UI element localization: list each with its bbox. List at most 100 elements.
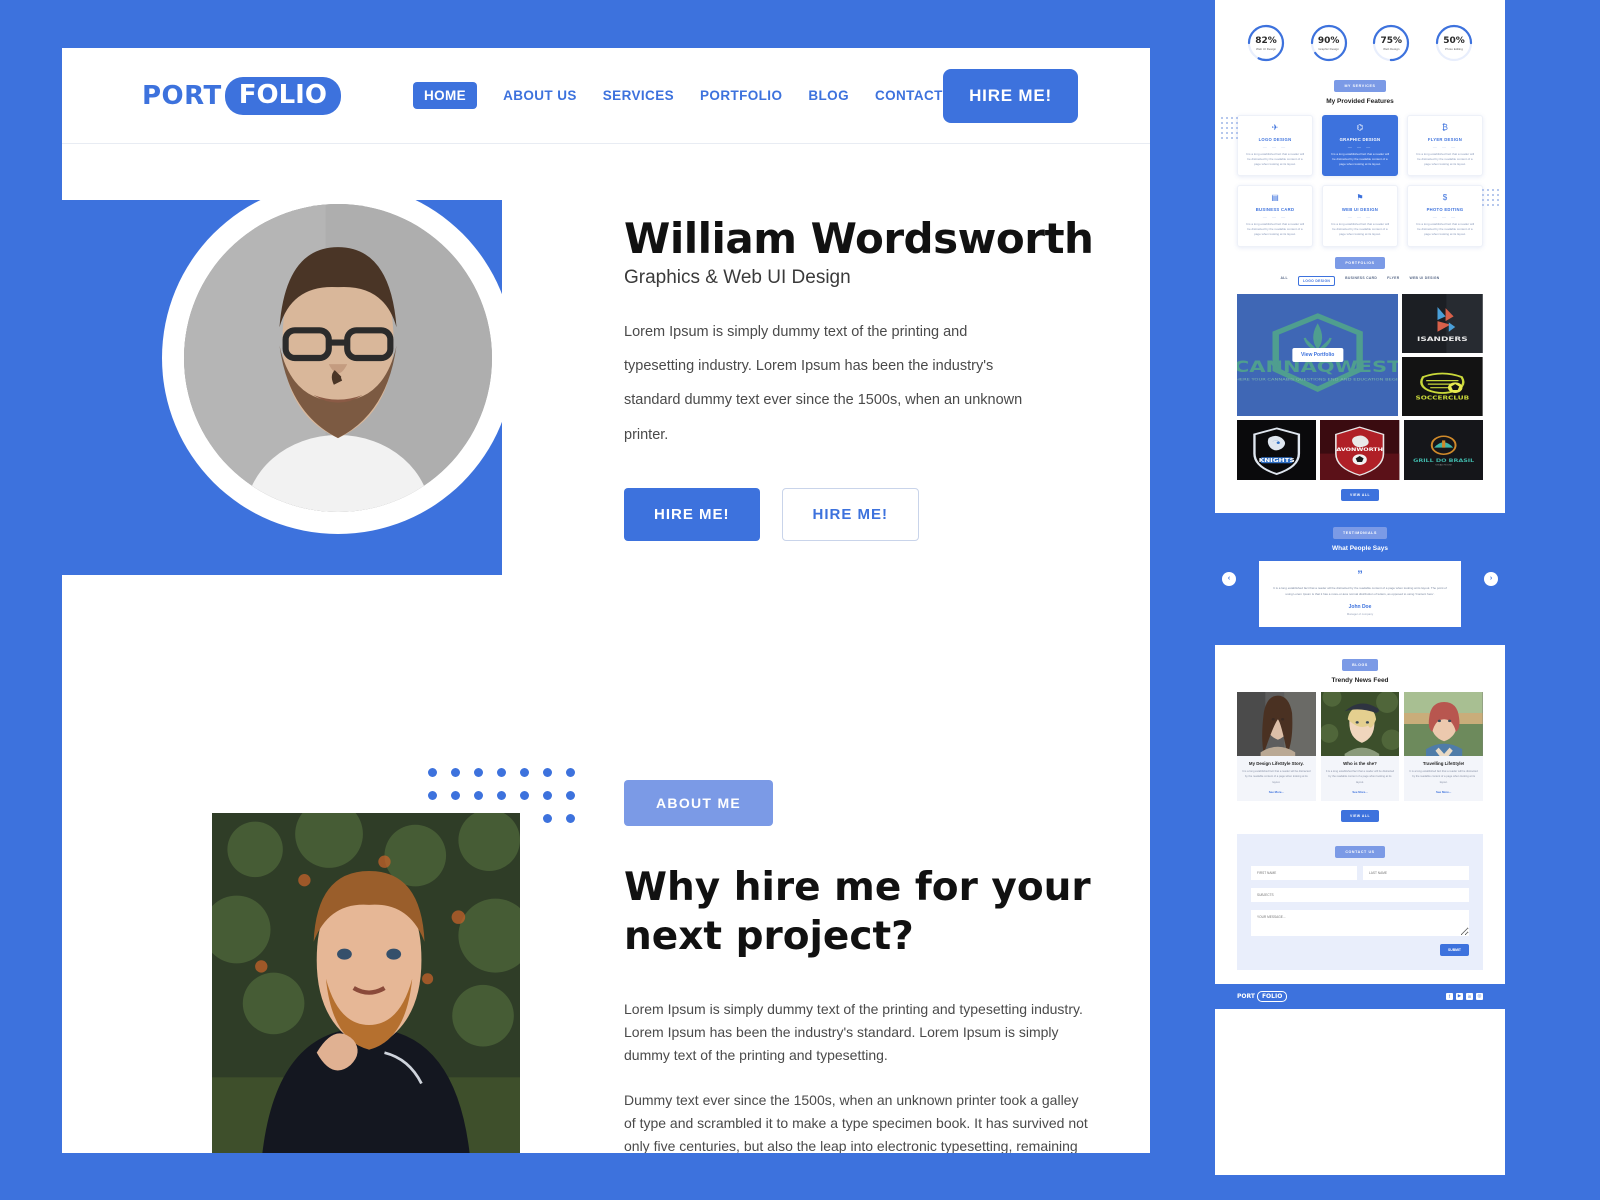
testimonial-author: John Doe bbox=[1348, 604, 1372, 611]
svg-text:SOCCERCLUB: SOCCERCLUB bbox=[1416, 395, 1470, 401]
service-title-4: WEB UI DESIGN bbox=[1341, 207, 1379, 213]
blog-see-more-2[interactable]: See More... bbox=[1409, 790, 1478, 794]
portfolio-item-cannaqwest[interactable]: CANNAQWEST WHERE YOUR CANNABIS QUESTIONS… bbox=[1237, 293, 1399, 416]
footer-logo-port: PORT bbox=[1237, 992, 1255, 1000]
dot bbox=[474, 768, 483, 777]
dot bbox=[1226, 132, 1228, 134]
blog-title-2: Travelling LifeStyle! bbox=[1422, 761, 1465, 767]
message-textarea[interactable] bbox=[1251, 909, 1469, 936]
logo-design-icon: ✈ bbox=[1271, 123, 1279, 132]
service-divider-1: — — — bbox=[1347, 144, 1373, 149]
service-desc-1: It is a long established fact that a rea… bbox=[1330, 152, 1390, 167]
portfolio-filter-web-ui-design[interactable]: WEB UI DESIGN bbox=[1409, 276, 1439, 286]
blog-heading: Trendy News Feed bbox=[1331, 677, 1389, 685]
facebook-icon[interactable]: f bbox=[1446, 992, 1453, 1000]
linkedin-icon[interactable]: in bbox=[1466, 992, 1473, 1000]
nav-item-about-us[interactable]: ABOUT US bbox=[503, 88, 577, 103]
dot bbox=[1482, 189, 1484, 191]
hero-hire-me-secondary-button[interactable]: HIRE ME! bbox=[781, 487, 919, 541]
hero-hire-me-primary-button[interactable]: HIRE ME! bbox=[624, 487, 760, 541]
portfolio-filter-logo-design[interactable]: LOGO DESIGN bbox=[1297, 275, 1336, 286]
dot bbox=[1221, 122, 1223, 124]
blog-card-1[interactable]: Who is the she? It is a long established… bbox=[1320, 692, 1400, 801]
preview-footer: PORT FOLIO f ▶ in ◎ bbox=[1215, 983, 1505, 1009]
blog-see-more-0[interactable]: See More... bbox=[1242, 790, 1311, 794]
dot bbox=[1231, 137, 1233, 139]
portfolio-item-knights[interactable]: KNIGHTS bbox=[1237, 419, 1317, 480]
dot bbox=[1492, 189, 1494, 191]
skill-label-3: Photo Editing bbox=[1445, 46, 1463, 51]
youtube-icon[interactable]: ▶ bbox=[1456, 992, 1463, 1000]
services-heading: My Provided Features bbox=[1326, 98, 1394, 105]
dot bbox=[497, 768, 506, 777]
svg-text:STEAK HOUSE: STEAK HOUSE bbox=[1435, 463, 1452, 466]
dot bbox=[1226, 117, 1228, 119]
view-portfolio-button[interactable]: View Portfolio bbox=[1292, 347, 1344, 362]
blog-see-more-1[interactable]: See More... bbox=[1326, 790, 1395, 794]
dot bbox=[1497, 204, 1499, 206]
testimonial-next-arrow-icon[interactable]: › bbox=[1484, 571, 1498, 586]
dot bbox=[566, 768, 575, 777]
dot bbox=[497, 791, 506, 800]
dot bbox=[1497, 194, 1499, 196]
service-card-graphic-design[interactable]: ⌬ GRAPHIC DESIGN — — — It is a long esta… bbox=[1322, 115, 1398, 177]
last-name-input[interactable] bbox=[1363, 865, 1469, 880]
nav-item-services[interactable]: SERVICES bbox=[603, 88, 674, 103]
service-title-5: PHOTO EDITING bbox=[1426, 207, 1464, 213]
portfolio-item-isanders[interactable]: ISANDERS bbox=[1402, 293, 1483, 353]
instagram-icon[interactable]: ◎ bbox=[1476, 992, 1483, 1000]
about-photo bbox=[212, 813, 520, 1153]
testimonial-prev-arrow-icon[interactable]: ‹ bbox=[1222, 571, 1236, 586]
nav-item-portfolio[interactable]: PORTFOLIO bbox=[700, 88, 782, 103]
blog-badge: BLOGS bbox=[1342, 659, 1378, 672]
dot bbox=[1231, 132, 1233, 134]
logo-text-port: PORT bbox=[142, 80, 222, 111]
footer-logo-folio: FOLIO bbox=[1256, 990, 1288, 1002]
portfolio-filter-flyer[interactable]: FLYER bbox=[1387, 276, 1399, 286]
submit-button[interactable]: SUBMIT bbox=[1440, 943, 1469, 956]
svg-text:WHERE YOUR CANNABIS QUESTIONS: WHERE YOUR CANNABIS QUESTIONS END AND ED… bbox=[1237, 377, 1398, 382]
logo[interactable]: PORT FOLIO bbox=[142, 76, 341, 115]
dot bbox=[1231, 127, 1233, 129]
portfolio-filters: ALL LOGO DESIGN BUSINESS CARD FLYER WEB … bbox=[1237, 275, 1483, 286]
footer-logo[interactable]: PORT FOLIO bbox=[1237, 990, 1288, 1002]
dot bbox=[1231, 117, 1233, 119]
service-card-business-card[interactable]: ▤ BUSINESS CARD — — — It is a long estab… bbox=[1237, 185, 1313, 247]
blog-card-0[interactable]: My Design LifeStyle Story. It is a long … bbox=[1237, 692, 1316, 801]
blog-desc-2: It is a long established fact that a rea… bbox=[1409, 770, 1478, 784]
testimonials-badge: TESTIMONIALS bbox=[1333, 526, 1387, 539]
portfolio-view-all-button[interactable]: VIEW ALL bbox=[1340, 488, 1380, 501]
service-desc-0: It is a long established fact that a rea… bbox=[1245, 152, 1305, 167]
portfolio-item-grill-do-brasil[interactable]: GRILL DO BRASIL STEAK HOUSE bbox=[1403, 419, 1483, 480]
contact-section: CONTACT US SUBMIT bbox=[1237, 833, 1483, 970]
portfolio-item-soccer-club[interactable]: SOCCERCLUB bbox=[1402, 356, 1483, 416]
portfolio-filter-all[interactable]: ALL bbox=[1280, 276, 1288, 286]
hero-subtitle: Graphics & Web UI Design bbox=[624, 267, 851, 289]
first-name-input[interactable] bbox=[1251, 865, 1357, 880]
svg-text:ISANDERS: ISANDERS bbox=[1417, 335, 1468, 343]
dot bbox=[1231, 122, 1233, 124]
service-card-photo-editing[interactable]: $ PHOTO EDITING — — — It is a long estab… bbox=[1407, 185, 1483, 247]
hero-section: William Wordsworth Graphics & Web UI Des… bbox=[62, 144, 1150, 630]
dot bbox=[1221, 117, 1223, 119]
nav-item-home[interactable]: HOME bbox=[412, 82, 478, 109]
nav-item-blog[interactable]: BLOG bbox=[808, 88, 849, 103]
service-desc-2: It is a long established fact that a rea… bbox=[1415, 152, 1475, 167]
service-card-flyer-design[interactable]: ₿ FLYER DESIGN — — — It is a long establ… bbox=[1407, 115, 1483, 177]
dot bbox=[1487, 194, 1489, 196]
portfolio-filter-business-card[interactable]: BUSINESS CARD bbox=[1345, 276, 1377, 286]
blog-card-2[interactable]: Travelling LifeStyle! It is a long estab… bbox=[1404, 692, 1483, 801]
service-card-web-ui-design[interactable]: ⚑ WEB UI DESIGN — — — It is a long estab… bbox=[1322, 185, 1398, 247]
main-navigation: HOME ABOUT US SERVICES PORTFOLIO BLOG CO… bbox=[412, 82, 967, 109]
blog-view-all-button[interactable]: VIEW ALL bbox=[1340, 809, 1380, 822]
subject-input[interactable] bbox=[1251, 887, 1469, 902]
portfolio-item-avonworth[interactable]: AVONWORTH bbox=[1320, 419, 1400, 480]
header-hire-me-button[interactable]: HIRE ME! bbox=[943, 68, 1078, 123]
service-card-logo-design[interactable]: ✈ LOGO DESIGN — — — It is a long establi… bbox=[1237, 115, 1313, 177]
portfolio-grid: CANNAQWEST WHERE YOUR CANNABIS QUESTIONS… bbox=[1237, 293, 1483, 480]
contact-badge: CONTACT US bbox=[1335, 845, 1385, 858]
testimonials-section: TESTIMONIALS What People Says ” It is a … bbox=[1215, 512, 1505, 646]
quote-icon: ” bbox=[1357, 568, 1363, 581]
dot bbox=[1487, 204, 1489, 206]
blog-title-0: My Design LifeStyle Story. bbox=[1248, 761, 1304, 767]
